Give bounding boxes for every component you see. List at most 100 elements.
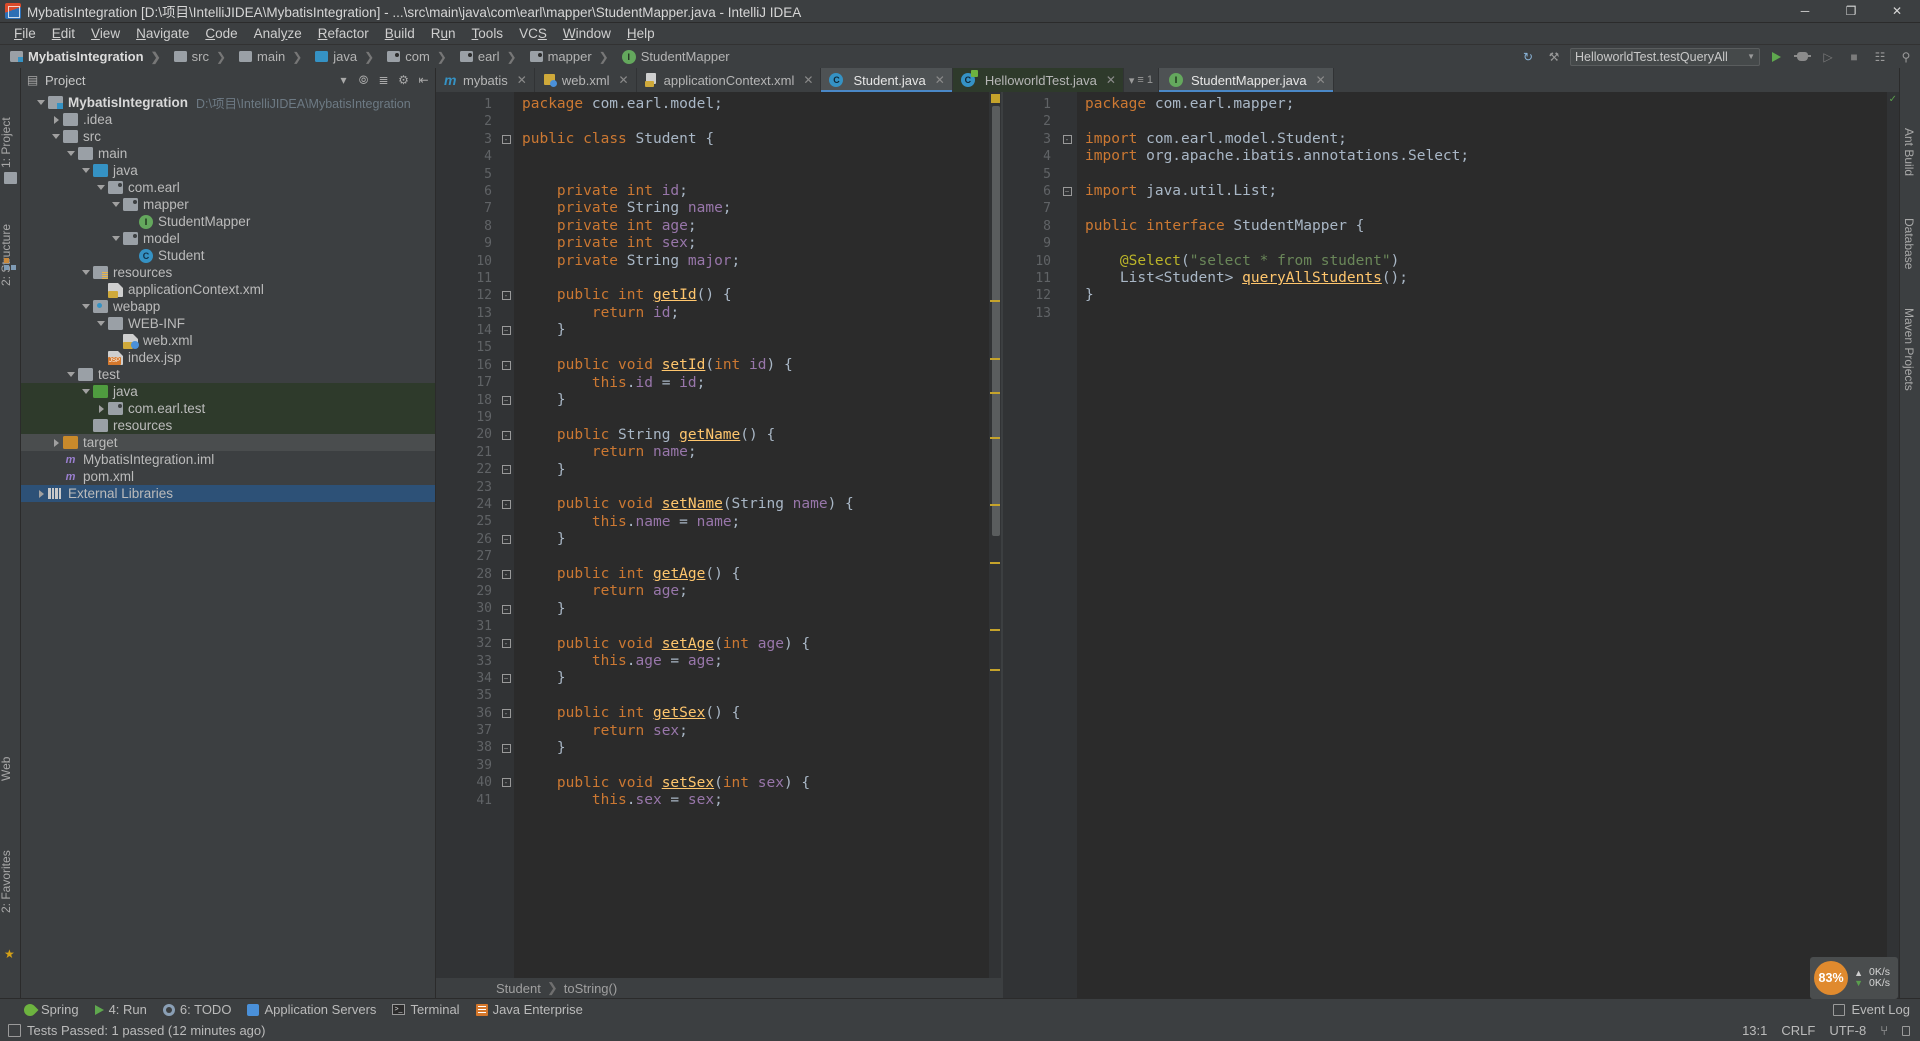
fold-row[interactable]: − — [498, 531, 514, 548]
tool-window-todo[interactable]: 6: TODO — [162, 1002, 231, 1017]
close-tab-icon[interactable]: ✕ — [935, 73, 945, 87]
tree-item-com-earl-test[interactable]: com.earl.test — [21, 400, 435, 417]
editor-tab-studentmapper-java[interactable]: I StudentMapper.java ✕ — [1158, 68, 1334, 92]
collapse-arrow-icon[interactable] — [80, 162, 92, 179]
expand-arrow-icon[interactable] — [50, 111, 62, 128]
collapse-arrow-icon[interactable] — [80, 298, 92, 315]
fold-row[interactable]: - — [498, 357, 514, 374]
fold-collapse-icon[interactable]: - — [501, 430, 511, 440]
tree-item-resources[interactable]: resources — [21, 417, 435, 434]
menu-help[interactable]: Help — [619, 24, 663, 43]
build-project-icon[interactable]: ⚒ — [1544, 48, 1564, 66]
update-project-icon[interactable]: ↻ — [1518, 48, 1538, 66]
close-tab-icon[interactable]: ✕ — [1106, 73, 1116, 87]
close-tab-icon[interactable]: ✕ — [619, 73, 629, 87]
network-speed-widget[interactable]: 83% ▲ ▼ 0K/s 0K/s — [1810, 957, 1898, 999]
editor-tab-applicationcontext-xml[interactable]: applicationContext.xml ✕ — [637, 68, 822, 92]
fold-row[interactable]: - — [498, 774, 514, 791]
collapse-arrow-icon[interactable] — [50, 128, 62, 145]
fold-collapse-icon[interactable]: - — [501, 291, 511, 301]
expand-arrow-icon[interactable] — [35, 485, 47, 502]
menu-code[interactable]: Code — [197, 24, 245, 43]
run-button[interactable] — [1766, 48, 1786, 66]
lock-icon[interactable] — [1902, 1025, 1910, 1036]
menu-view[interactable]: View — [83, 24, 128, 43]
menu-vcs[interactable]: VCS — [511, 24, 555, 43]
fold-row[interactable]: − — [1057, 183, 1077, 200]
fold-row[interactable]: - — [498, 705, 514, 722]
collapse-arrow-icon[interactable] — [110, 230, 122, 247]
menu-navigate[interactable]: Navigate — [128, 24, 197, 43]
search-everywhere-icon[interactable]: ⚲ — [1896, 48, 1916, 66]
tree-item-java[interactable]: java — [21, 162, 435, 179]
tree-item-index-jsp[interactable]: JSP index.jsp — [21, 349, 435, 366]
collapse-arrow-icon[interactable] — [65, 366, 77, 383]
menu-build[interactable]: Build — [377, 24, 423, 43]
minimize-button[interactable]: ─ — [1782, 0, 1828, 23]
fold-row[interactable]: − — [498, 322, 514, 339]
rail-button-maven-projects[interactable]: Maven Projects — [1902, 308, 1916, 391]
editor-code-area-right[interactable]: 1 2 3 4 5 6 7 8 9 10 11 12 13 - − package com.earl.ma… — [1003, 92, 1899, 998]
menu-file[interactable]: File — [6, 24, 44, 43]
breadcrumb-item-project[interactable]: MybatisIntegration ❯ — [6, 49, 170, 64]
fold-expand-icon[interactable]: − — [501, 604, 511, 614]
menu-analyze[interactable]: Analyze — [246, 24, 310, 43]
breadcrumb-item-com[interactable]: com ❯ — [383, 49, 456, 64]
indent-icon[interactable]: ⑂ — [1880, 1023, 1888, 1038]
fold-collapse-icon[interactable]: - — [501, 361, 511, 371]
rail-button-web[interactable]: Web — [0, 757, 13, 781]
tree-item-idea[interactable]: .idea — [21, 111, 435, 128]
collapse-arrow-icon[interactable] — [65, 145, 77, 162]
close-tab-icon[interactable]: ✕ — [803, 73, 813, 87]
fold-row[interactable]: - — [498, 131, 514, 148]
fold-expand-icon[interactable]: − — [501, 534, 511, 544]
line-separator[interactable]: CRLF — [1781, 1023, 1815, 1038]
menu-run[interactable]: Run — [423, 24, 464, 43]
source-code-left[interactable]: package com.earl.model; public class Stu… — [514, 92, 989, 978]
file-encoding[interactable]: UTF-8 — [1829, 1023, 1866, 1038]
breadcrumb-method[interactable]: toString() — [564, 981, 617, 996]
fold-row[interactable]: − — [498, 600, 514, 617]
tool-window-java-enterprise[interactable]: Java Enterprise — [475, 1002, 583, 1017]
tabs-overflow-button[interactable]: ▾ ≡ 1 — [1124, 68, 1159, 92]
tree-item-com-earl[interactable]: com.earl — [21, 179, 435, 196]
fold-row[interactable]: - — [498, 287, 514, 304]
fold-row[interactable]: - — [498, 566, 514, 583]
fold-expand-icon[interactable]: − — [501, 743, 511, 753]
collapse-all-icon[interactable]: ≣ — [376, 73, 391, 88]
fold-collapse-icon[interactable]: - — [501, 569, 511, 579]
tree-item-web-xml[interactable]: web.xml — [21, 332, 435, 349]
close-tab-icon[interactable]: ✕ — [1316, 73, 1326, 87]
tree-item-java[interactable]: java — [21, 383, 435, 400]
fold-row[interactable]: - — [498, 635, 514, 652]
collapse-arrow-icon[interactable] — [95, 315, 107, 332]
tree-item-student[interactable]: C Student — [21, 247, 435, 264]
fold-row[interactable]: − — [498, 392, 514, 409]
source-code-right[interactable]: package com.earl.mapper; import com.earl… — [1077, 92, 1887, 998]
expand-arrow-icon[interactable] — [95, 400, 107, 417]
fold-row[interactable]: − — [498, 739, 514, 756]
tree-item-external-libraries[interactable]: External Libraries — [21, 485, 435, 502]
tool-window-terminal[interactable]: >_ Terminal — [392, 1002, 460, 1017]
breadcrumb-item-mapper[interactable]: mapper ❯ — [526, 49, 618, 64]
fold-expand-icon[interactable]: − — [501, 326, 511, 336]
breadcrumb-item-src[interactable]: src ❯ — [170, 49, 235, 64]
fold-collapse-icon[interactable]: - — [501, 708, 511, 718]
tree-item-test[interactable]: test — [21, 366, 435, 383]
tool-window-application-servers[interactable]: Application Servers — [247, 1002, 376, 1017]
code-folding-gutter-right[interactable]: - − — [1057, 92, 1077, 998]
settings-gear-icon[interactable]: ⚙ — [396, 73, 411, 88]
breadcrumb-class[interactable]: Student — [496, 981, 541, 996]
editor-code-area-left[interactable]: 1 2 3 4 5 6 7 8 9 10 11 12 13 14 15 16 17 18 19 20 21 22 23 24 2… — [436, 92, 1001, 978]
close-button[interactable]: ✕ — [1874, 0, 1920, 23]
fold-collapse-icon[interactable]: - — [501, 500, 511, 510]
run-with-coverage-button[interactable]: ▷ — [1818, 48, 1838, 66]
tree-item-src[interactable]: src — [21, 128, 435, 145]
collapse-arrow-icon[interactable] — [80, 264, 92, 281]
fold-expand-icon[interactable]: − — [1062, 187, 1072, 197]
rail-button-ant-build[interactable]: Ant Build — [1902, 128, 1916, 176]
fold-row[interactable]: - — [1057, 131, 1077, 148]
tool-window-spring[interactable]: Spring — [21, 1001, 79, 1018]
fold-collapse-icon[interactable]: - — [501, 134, 511, 144]
menu-window[interactable]: Window — [555, 24, 619, 43]
